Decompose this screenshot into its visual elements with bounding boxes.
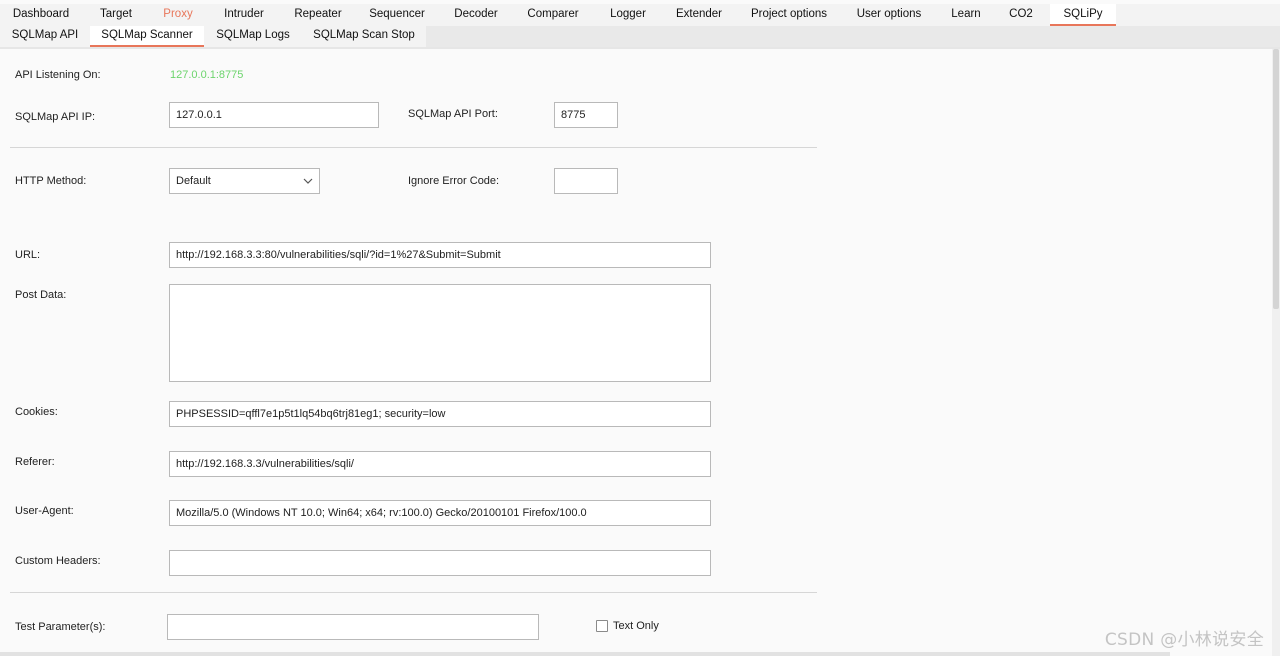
tab-project-options[interactable]: Project options — [736, 4, 842, 25]
subtab-sqlmap-logs[interactable]: SQLMap Logs — [204, 26, 302, 46]
ignore-error-label: Ignore Error Code: — [408, 175, 500, 187]
tab-logger[interactable]: Logger — [594, 4, 662, 25]
subtab-sqlmap-scan-stop[interactable]: SQLMap Scan Stop — [302, 26, 426, 46]
http-method-select[interactable]: Default — [169, 168, 320, 194]
tab-repeater[interactable]: Repeater — [282, 4, 354, 25]
referer-input[interactable]: http://192.168.3.3/vulnerabilities/sqli/ — [169, 451, 711, 477]
user-agent-input[interactable]: Mozilla/5.0 (Windows NT 10.0; Win64; x64… — [169, 500, 711, 526]
referer-label: Referer: — [15, 456, 55, 468]
scrollbar-thumb[interactable] — [1273, 49, 1279, 309]
separator — [10, 147, 817, 148]
watermark: CSDN @小林说安全 — [1104, 630, 1264, 650]
sub-tab-bar: SQLMap API SQLMap Scanner SQLMap Logs SQ… — [0, 26, 1280, 49]
tab-intruder[interactable]: Intruder — [206, 4, 282, 25]
sub-tab-bar-fill — [426, 26, 1280, 47]
separator — [10, 592, 817, 593]
test-parameter-label: Test Parameter(s): — [15, 621, 106, 633]
tab-extender[interactable]: Extender — [662, 4, 736, 25]
text-only-label: Text Only — [613, 620, 659, 632]
tab-sqlipy[interactable]: SQLiPy — [1050, 4, 1116, 26]
scanner-panel: API Listening On: 127.0.0.1:8775 SQLMap … — [0, 49, 1272, 656]
subtab-sqlmap-scanner[interactable]: SQLMap Scanner — [90, 26, 204, 47]
tab-proxy[interactable]: Proxy — [150, 4, 206, 25]
post-data-textarea[interactable] — [169, 284, 711, 382]
api-listening-value: 127.0.0.1:8775 — [170, 69, 244, 81]
url-label: URL: — [15, 249, 41, 261]
vertical-scrollbar[interactable] — [1272, 49, 1280, 656]
main-tab-bar: Dashboard Target Proxy Intruder Repeater… — [0, 4, 1280, 27]
subtab-sqlmap-api[interactable]: SQLMap API — [0, 26, 90, 46]
api-port-input[interactable]: 8775 — [554, 102, 618, 128]
horizontal-scrollbar[interactable] — [0, 652, 1170, 656]
custom-headers-input[interactable] — [169, 550, 711, 576]
user-agent-label: User-Agent: — [15, 505, 74, 517]
api-listening-label: API Listening On: — [15, 69, 101, 81]
tab-user-options[interactable]: User options — [842, 4, 936, 25]
api-ip-input[interactable]: 127.0.0.1 — [169, 102, 379, 128]
tab-co2[interactable]: CO2 — [996, 4, 1046, 25]
url-input[interactable]: http://192.168.3.3:80/vulnerabilities/sq… — [169, 242, 711, 268]
http-method-label: HTTP Method: — [15, 175, 87, 187]
tab-learn[interactable]: Learn — [936, 4, 996, 25]
test-parameter-input[interactable] — [167, 614, 539, 640]
tab-comparer[interactable]: Comparer — [512, 4, 594, 25]
post-data-label: Post Data: — [15, 289, 67, 301]
http-method-value: Default — [176, 175, 211, 187]
tab-target[interactable]: Target — [82, 4, 150, 25]
text-only-checkbox[interactable] — [596, 620, 608, 632]
tab-dashboard[interactable]: Dashboard — [0, 4, 82, 25]
chevron-down-icon — [303, 178, 313, 184]
custom-headers-label: Custom Headers: — [15, 555, 101, 567]
tab-decoder[interactable]: Decoder — [440, 4, 512, 25]
tab-sequencer[interactable]: Sequencer — [354, 4, 440, 25]
ignore-error-input[interactable] — [554, 168, 618, 194]
cookies-input[interactable]: PHPSESSID=qffl7e1p5t1lq54bq6trj81eg1; se… — [169, 401, 711, 427]
cookies-label: Cookies: — [15, 406, 58, 418]
api-port-label: SQLMap API Port: — [408, 108, 498, 120]
api-ip-label: SQLMap API IP: — [15, 111, 96, 123]
